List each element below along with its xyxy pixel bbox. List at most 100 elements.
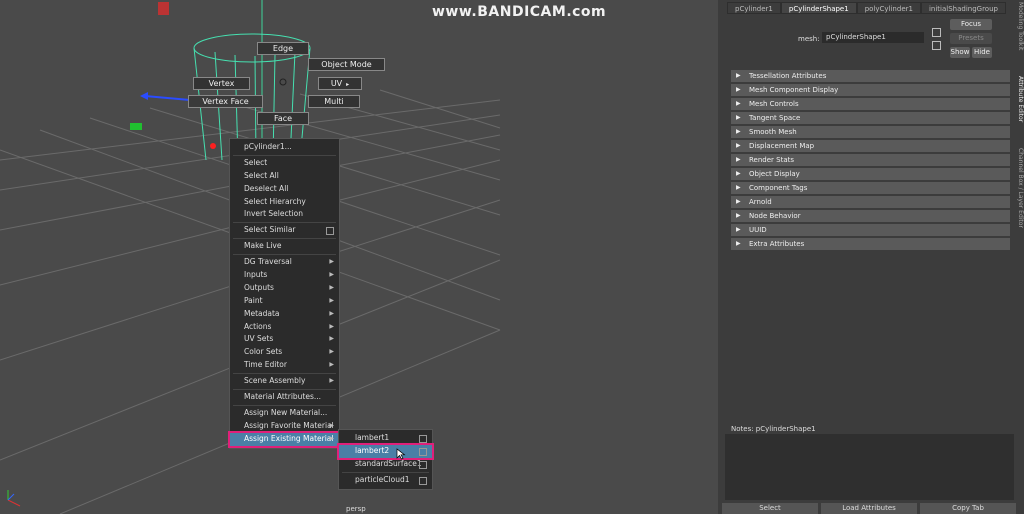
mesh-name-field[interactable]: pCylinderShape1: [822, 32, 924, 43]
tab-polycylinder1[interactable]: polyCylinder1: [856, 2, 921, 14]
submenu-arrow-icon: ▶: [329, 322, 334, 330]
output-connection-icon[interactable]: [932, 41, 941, 50]
submenu-arrow-icon: ▶: [329, 421, 334, 429]
side-tab-modeling-toolkit[interactable]: Modeling Toolkit: [1014, 2, 1024, 60]
menu-item-make-live[interactable]: Make Live: [230, 240, 339, 253]
menu-item-label: Assign Existing Material: [244, 433, 334, 443]
menu-item-outputs[interactable]: Outputs ▶: [230, 282, 339, 295]
hotbox-uv[interactable]: UV ▸: [318, 77, 362, 90]
menu-item-label: Assign Favorite Material: [244, 420, 334, 430]
expand-arrow-icon: ▶: [736, 184, 741, 191]
side-tab-channel-box[interactable]: Channel Box / Layer Editor: [1014, 148, 1024, 238]
menu-item-deselect-all[interactable]: Deselect All: [230, 183, 339, 196]
menu-item-assign-new-material[interactable]: Assign New Material...: [230, 407, 339, 420]
side-tab-attribute-editor[interactable]: Attribute Editor: [1014, 76, 1024, 136]
option-box-icon[interactable]: [419, 447, 427, 456]
section-arnold[interactable]: ▶ Arnold: [731, 196, 1010, 208]
menu-item-invert-selection[interactable]: Invert Selection: [230, 208, 339, 221]
chevron-right-icon: ▸: [346, 81, 350, 88]
copy-tab-button[interactable]: Copy Tab: [920, 503, 1016, 514]
menu-item-label: Select Hierarchy: [244, 196, 306, 206]
option-box-icon[interactable]: [419, 435, 427, 443]
viewport-persp[interactable]: www.BANDICAM.com persp Edge Object Mode …: [0, 0, 718, 514]
presets-button[interactable]: Presets: [950, 33, 992, 44]
material-item-lambert1[interactable]: lambert1: [339, 432, 432, 445]
hotbox-uv-label: UV: [330, 79, 343, 88]
section-label: Mesh Component Display: [749, 86, 839, 94]
menu-item-label: Select: [244, 157, 268, 167]
section-extra-attributes[interactable]: ▶ Extra Attributes: [731, 238, 1010, 250]
menu-item-assign-existing-material[interactable]: Assign Existing Material ▶: [228, 430, 341, 448]
expand-arrow-icon: ▶: [736, 198, 741, 205]
menu-item-actions[interactable]: Actions ▶: [230, 321, 339, 334]
tab-pcylindershape1[interactable]: pCylinderShape1: [780, 2, 857, 14]
menu-item-label: Time Editor: [244, 360, 287, 370]
section-component-tags[interactable]: ▶ Component Tags: [731, 182, 1010, 194]
load-attributes-button[interactable]: Load Attributes: [821, 503, 917, 514]
section-node-behavior[interactable]: ▶ Node Behavior: [731, 210, 1010, 222]
menu-item-label: Color Sets: [244, 347, 283, 357]
material-label: lambert2: [355, 445, 390, 455]
section-label: Arnold: [749, 198, 772, 206]
section-uuid[interactable]: ▶ UUID: [731, 224, 1010, 236]
menu-item-inputs[interactable]: Inputs ▶: [230, 269, 339, 282]
input-connection-icon[interactable]: [932, 28, 941, 37]
section-tangent-space[interactable]: ▶ Tangent Space: [731, 112, 1010, 124]
hide-button[interactable]: Hide: [972, 47, 992, 58]
menu-item-object[interactable]: pCylinder1...: [230, 141, 339, 154]
hotbox-multi[interactable]: Multi: [308, 95, 360, 108]
submenu-arrow-icon: ▶: [329, 296, 334, 304]
option-box-icon[interactable]: [419, 476, 427, 485]
option-box-icon[interactable]: [419, 460, 427, 469]
focus-button[interactable]: Focus: [950, 19, 992, 30]
menu-item-material-attributes[interactable]: Material Attributes...: [230, 391, 339, 404]
material-item-particlecloud1[interactable]: particleCloud1: [339, 474, 432, 487]
submenu-arrow-icon: ▶: [329, 361, 334, 369]
menu-item-select[interactable]: Select: [230, 157, 339, 170]
section-render-stats[interactable]: ▶ Render Stats: [731, 154, 1010, 166]
section-displacement-map[interactable]: ▶ Displacement Map: [731, 140, 1010, 152]
menu-item-assign-favorite-material[interactable]: Assign Favorite Material ▶: [230, 420, 339, 433]
section-mesh-controls[interactable]: ▶ Mesh Controls: [731, 98, 1010, 110]
tab-pcylinder1[interactable]: pCylinder1: [727, 2, 781, 14]
section-label: UUID: [749, 226, 767, 234]
menu-item-select-hierarchy[interactable]: Select Hierarchy: [230, 196, 339, 209]
section-mesh-component-display[interactable]: ▶ Mesh Component Display: [731, 84, 1010, 96]
hotbox-edge[interactable]: Edge: [257, 42, 309, 55]
material-item-lambert2[interactable]: lambert2: [337, 442, 434, 460]
hotbox-vertex[interactable]: Vertex: [193, 77, 250, 90]
menu-item-metadata[interactable]: Metadata ▶: [230, 308, 339, 321]
section-smooth-mesh[interactable]: ▶ Smooth Mesh: [731, 126, 1010, 138]
menu-item-color-sets[interactable]: Color Sets ▶: [230, 346, 339, 359]
existing-material-submenu: lambert1 lambert2 standardSurface1 parti…: [337, 429, 434, 490]
material-label: particleCloud1: [355, 474, 410, 484]
section-label: Object Display: [749, 170, 800, 178]
submenu-arrow-icon: ▶: [329, 434, 334, 442]
menu-item-dg-traversal[interactable]: DG Traversal ▶: [230, 256, 339, 269]
hotbox-vertex-face[interactable]: Vertex Face: [188, 95, 263, 108]
menu-item-label: Scene Assembly: [244, 376, 306, 386]
submenu-arrow-icon: ▶: [329, 271, 334, 279]
section-object-display[interactable]: ▶ Object Display: [731, 168, 1010, 180]
option-box-icon[interactable]: [326, 227, 334, 236]
show-button[interactable]: Show: [950, 47, 970, 58]
hotbox-face[interactable]: Face: [257, 112, 309, 125]
section-tessellation-attributes[interactable]: ▶ Tessellation Attributes: [731, 70, 1010, 82]
menu-divider: [233, 254, 336, 256]
hotbox-object-mode[interactable]: Object Mode: [308, 58, 385, 71]
notes-textarea[interactable]: [725, 434, 1014, 500]
expand-arrow-icon: ▶: [736, 240, 741, 247]
menu-item-paint[interactable]: Paint ▶: [230, 295, 339, 308]
menu-item-select-similar[interactable]: Select Similar: [230, 224, 339, 237]
material-label: lambert1: [355, 433, 390, 442]
menu-item-select-all[interactable]: Select All: [230, 170, 339, 183]
watermark: www.BANDICAM.com: [432, 4, 607, 20]
expand-arrow-icon: ▶: [736, 142, 741, 149]
material-item-standardsurface1[interactable]: standardSurface1: [339, 458, 432, 471]
menu-item-uv-sets[interactable]: UV Sets ▶: [230, 333, 339, 346]
select-button[interactable]: Select: [722, 503, 818, 514]
mesh-label: mesh:: [798, 35, 820, 43]
tab-initialshadinggroup[interactable]: initialShadingGroup: [920, 2, 1006, 14]
menu-item-scene-assembly[interactable]: Scene Assembly ▶: [230, 375, 339, 388]
menu-item-time-editor[interactable]: Time Editor ▶: [230, 359, 339, 372]
